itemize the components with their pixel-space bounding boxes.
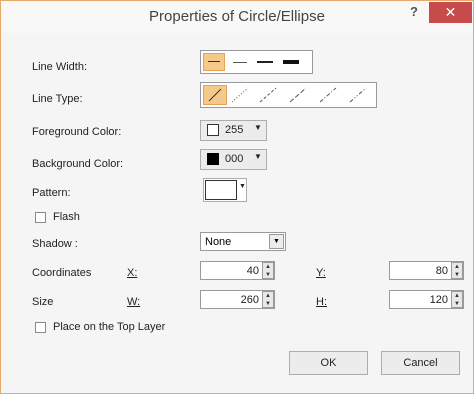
- w-value: 260: [240, 294, 259, 306]
- spin-up-icon: ▲: [454, 293, 460, 299]
- cancel-button[interactable]: Cancel: [381, 351, 460, 375]
- pattern-swatch: [205, 180, 237, 200]
- spin-down-icon: ▼: [454, 300, 460, 307]
- y-spinner[interactable]: ▲ ▼: [451, 262, 463, 279]
- flash-checkbox[interactable]: [35, 212, 46, 223]
- spin-down-icon: ▼: [265, 300, 271, 307]
- h-spinner[interactable]: ▲ ▼: [451, 291, 463, 308]
- w-spinner[interactable]: ▲ ▼: [262, 291, 274, 308]
- help-button[interactable]: ?: [404, 4, 424, 24]
- line-type-label: Line Type:: [32, 93, 83, 105]
- pattern-label: Pattern:: [32, 187, 71, 199]
- x-input[interactable]: 40 ▲ ▼: [200, 261, 275, 280]
- y-value: 80: [435, 265, 448, 277]
- spin-down-icon: ▼: [454, 271, 460, 278]
- line-type-selector[interactable]: [200, 82, 377, 108]
- top-layer-checkbox[interactable]: [35, 322, 46, 333]
- x-label: X:: [127, 267, 138, 279]
- shadow-label: Shadow :: [32, 238, 78, 250]
- foreground-swatch: [207, 124, 219, 136]
- background-color-label: Background Color:: [32, 158, 124, 170]
- line-width-label: Line Width:: [32, 61, 88, 73]
- h-value: 120: [429, 294, 448, 306]
- dropdown-arrow-icon: ▼: [254, 152, 262, 161]
- y-label: Y:: [316, 267, 326, 279]
- x-value: 40: [246, 265, 259, 277]
- foreground-color-button[interactable]: 255 ▼: [200, 120, 267, 141]
- spin-up-icon: ▲: [454, 264, 460, 270]
- line-type-options[interactable]: [228, 84, 378, 106]
- title-bar: Properties of Circle/Ellipse ? ✕: [1, 1, 473, 33]
- background-value: 000: [225, 153, 244, 165]
- y-input[interactable]: 80 ▲ ▼: [389, 261, 464, 280]
- shadow-select[interactable]: None ▼: [200, 232, 286, 251]
- close-button[interactable]: ✕: [429, 2, 472, 23]
- background-color-button[interactable]: 000 ▼: [200, 149, 267, 170]
- line-width-option-3[interactable]: [257, 61, 273, 63]
- shadow-value: None: [205, 236, 232, 248]
- x-spinner[interactable]: ▲ ▼: [262, 262, 274, 279]
- line-width-selector[interactable]: [200, 50, 313, 74]
- w-input[interactable]: 260 ▲ ▼: [200, 290, 275, 309]
- size-label: Size: [32, 296, 54, 308]
- properties-dialog: Properties of Circle/Ellipse ? ✕ Line Wi…: [0, 0, 474, 394]
- coordinates-label: Coordinates: [32, 267, 92, 279]
- foreground-value: 255: [225, 124, 244, 136]
- flash-label: Flash: [53, 211, 80, 223]
- pattern-selector[interactable]: ▼: [203, 178, 247, 202]
- h-input[interactable]: 120 ▲ ▼: [389, 290, 464, 309]
- foreground-color-label: Foreground Color:: [32, 126, 122, 138]
- w-label: W:: [127, 296, 141, 308]
- dropdown-arrow-icon: ▼: [254, 123, 262, 132]
- spin-up-icon: ▲: [265, 264, 271, 270]
- dialog-title: Properties of Circle/Ellipse: [149, 8, 325, 25]
- line-width-option-2[interactable]: [233, 62, 247, 63]
- background-swatch: [207, 153, 219, 165]
- dropdown-arrow-icon: ▼: [239, 183, 246, 190]
- top-layer-label: Place on the Top Layer: [53, 321, 166, 333]
- h-label: H:: [316, 296, 327, 308]
- line-type-option-solid[interactable]: [203, 85, 227, 105]
- spin-up-icon: ▲: [265, 293, 271, 299]
- spin-down-icon: ▼: [265, 271, 271, 278]
- dropdown-arrow-icon[interactable]: ▼: [269, 234, 284, 249]
- line-width-option-1[interactable]: [203, 53, 225, 71]
- ok-button[interactable]: OK: [289, 351, 368, 375]
- line-width-option-4[interactable]: [283, 60, 299, 64]
